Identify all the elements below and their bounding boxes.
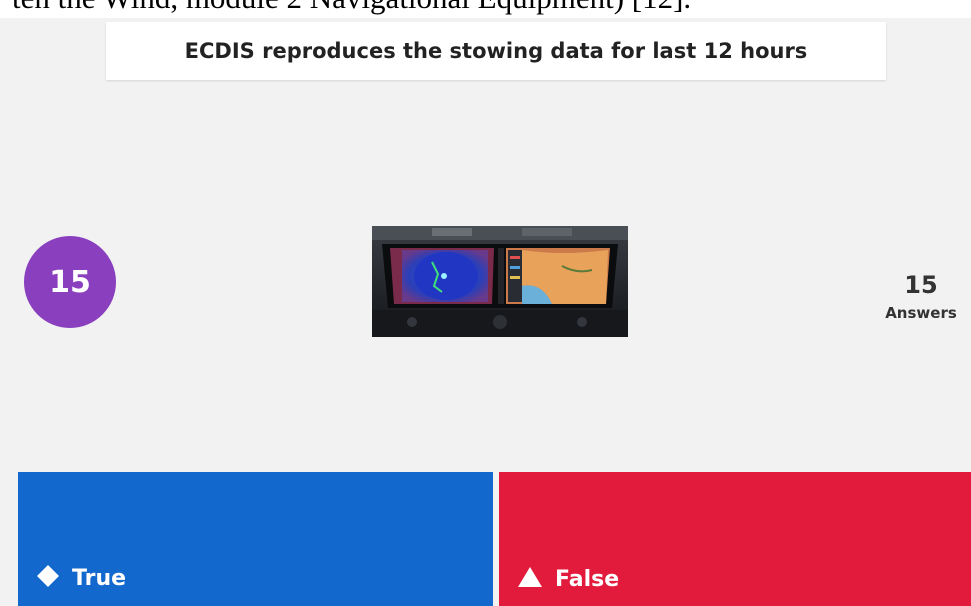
triangle-icon: [517, 566, 543, 592]
question-image: [372, 226, 628, 337]
answers-count-label: Answers: [885, 304, 957, 322]
answer-option-false-content: False: [517, 566, 619, 592]
document-caption-text: ten the Wind, module 2 Navigational Equi…: [12, 0, 971, 18]
answer-option-true-label: True: [72, 565, 127, 591]
answer-option-true[interactable]: True: [18, 472, 493, 606]
answer-option-true-content: True: [36, 564, 126, 592]
timer-value: 15: [49, 264, 91, 300]
countdown-timer: 15: [24, 236, 116, 328]
page: ten the Wind, module 2 Navigational Equi…: [0, 0, 971, 606]
quiz-area: ECDIS reproduces the stowing data for la…: [0, 18, 971, 606]
answers-count-value: 15: [904, 271, 938, 299]
question-box: ECDIS reproduces the stowing data for la…: [106, 22, 886, 80]
ecdis-bridge-console-image: [372, 226, 628, 337]
answers-counter: 15 Answers: [874, 268, 968, 324]
answer-option-false[interactable]: False: [499, 472, 971, 606]
question-text: ECDIS reproduces the stowing data for la…: [184, 39, 808, 63]
diamond-icon: [36, 564, 60, 592]
answer-option-false-label: False: [555, 566, 620, 592]
